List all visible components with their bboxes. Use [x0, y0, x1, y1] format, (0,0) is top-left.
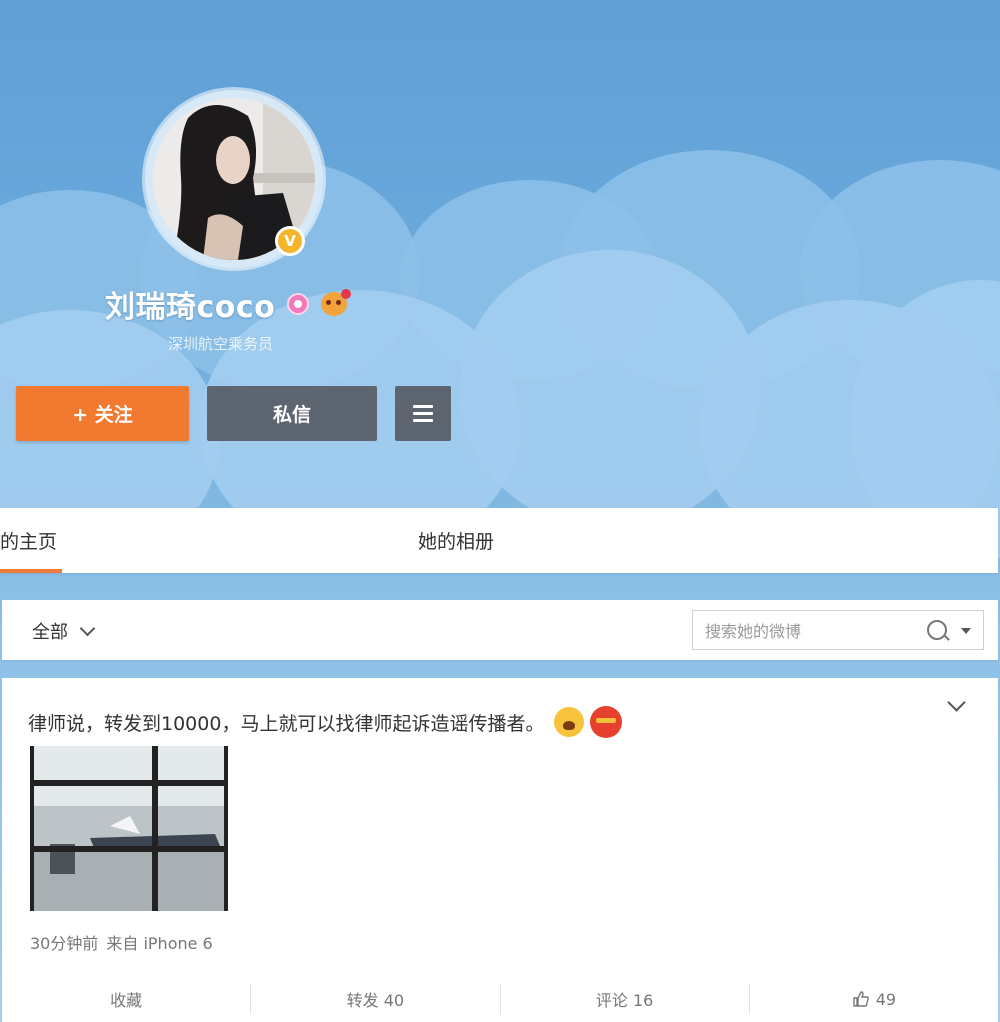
message-button[interactable]: 私信	[207, 386, 377, 441]
filter-bar: 全部	[2, 600, 998, 660]
verified-badge-icon: V	[275, 226, 305, 256]
repost-label: 转发 40	[346, 991, 405, 1010]
filter-dropdown[interactable]: 全部	[32, 618, 96, 644]
comment-label: 评论 16	[595, 991, 654, 1010]
post-options-chevron-icon[interactable]	[947, 693, 966, 712]
tab-album[interactable]: 她的相册	[418, 508, 494, 573]
menu-icon-bar	[413, 405, 433, 408]
active-tab-indicator	[0, 569, 62, 573]
like-count: 49	[875, 989, 897, 1009]
chevron-down-icon	[79, 620, 96, 636]
like-button[interactable]: 49	[750, 984, 998, 1014]
post-meta: 30分钟前 来自 iPhone 6	[30, 930, 213, 954]
menu-icon-bar	[413, 412, 433, 415]
post-image[interactable]	[30, 746, 228, 911]
repost-button[interactable]: 转发 40	[251, 984, 501, 1014]
user-description: 深圳航空乘务员	[168, 335, 274, 353]
emoji-badge-icon[interactable]	[321, 289, 352, 316]
member-badge-icon[interactable]	[287, 293, 310, 315]
tab-home[interactable]: 的主页	[0, 508, 57, 573]
crying-emoji-icon	[554, 707, 585, 737]
post-actions: 收藏 转发 40 评论 16 49	[2, 978, 998, 1022]
post-image-photo	[30, 746, 228, 911]
profile-tabs: 的主页 她的相册	[0, 508, 998, 573]
caret-down-icon[interactable]	[961, 628, 971, 634]
filter-label: 全部	[32, 622, 68, 643]
weibo-post: 律师说，转发到10000，马上就可以找律师起诉造谣传播者。 30分钟前 来自 i…	[2, 678, 998, 1022]
search-box[interactable]	[692, 610, 984, 650]
follow-button[interactable]: + 关注	[16, 386, 189, 441]
more-menu-button[interactable]	[395, 386, 451, 441]
post-source: 来自 iPhone 6	[106, 934, 213, 953]
menu-icon-bar	[413, 419, 433, 422]
username-row: 刘瑞琦coco	[105, 282, 352, 326]
post-text-row: 律师说，转发到10000，马上就可以找律师起诉造谣传播者。	[28, 706, 623, 738]
comment-button[interactable]: 评论 16	[501, 984, 750, 1014]
angry-emoji-icon	[590, 706, 623, 738]
post-time[interactable]: 30分钟前	[30, 930, 98, 954]
thumbs-up-icon	[852, 991, 869, 1007]
username: 刘瑞琦coco	[105, 290, 276, 325]
favorite-label: 收藏	[110, 991, 143, 1010]
favorite-button[interactable]: 收藏	[2, 984, 252, 1014]
search-icon[interactable]	[927, 620, 947, 640]
post-text: 律师说，转发到10000，马上就可以找律师起诉造谣传播者。	[28, 712, 545, 735]
search-input[interactable]	[703, 617, 907, 645]
